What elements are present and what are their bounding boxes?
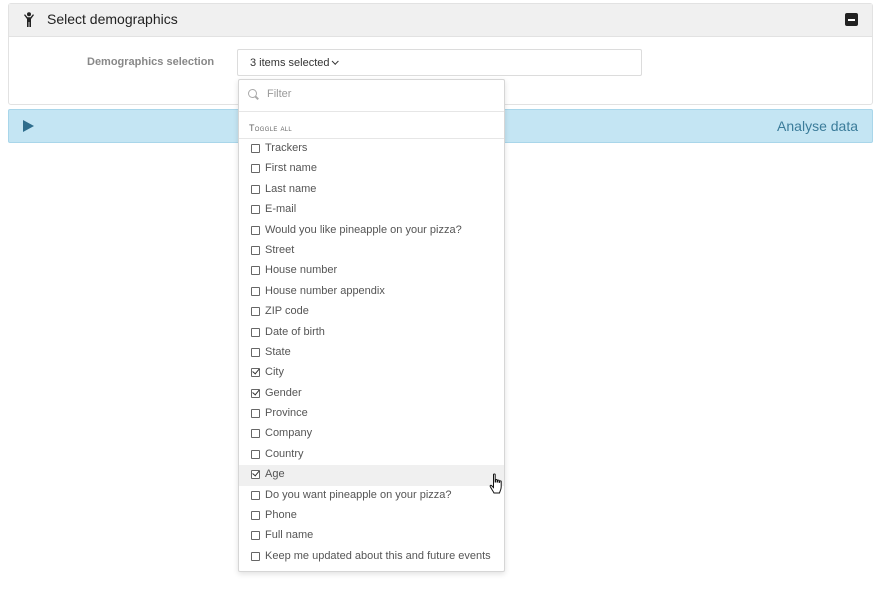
option-label: Keep me updated about this and future ev…	[265, 549, 491, 562]
option-item[interactable]: Country	[239, 445, 504, 465]
options-list: Trackers First name Last name E-mail Would y…	[239, 139, 504, 567]
option-item[interactable]: Keep me updated about this and future ev…	[239, 547, 504, 567]
checkbox[interactable]	[251, 164, 260, 174]
option-item[interactable]: ZIP code	[239, 302, 504, 322]
option-item[interactable]: Full name	[239, 526, 504, 546]
checked-checkbox[interactable]	[251, 388, 260, 398]
hand-cursor-icon	[489, 473, 505, 495]
option-label: House number	[265, 264, 338, 277]
checkbox[interactable]	[251, 144, 260, 153]
option-label: Company	[265, 427, 313, 440]
option-item[interactable]: City	[239, 363, 504, 383]
option-label: First name	[265, 162, 317, 175]
analyse-data-label: Analyse data	[777, 118, 858, 134]
option-item[interactable]: Would you like pineapple on your pizza?	[239, 221, 504, 241]
checkbox[interactable]	[251, 286, 260, 296]
option-item[interactable]: State	[239, 343, 504, 363]
checkbox[interactable]	[251, 225, 260, 235]
search-icon	[248, 89, 257, 98]
checked-checkbox[interactable]	[251, 470, 260, 480]
option-item[interactable]: Company	[239, 424, 504, 444]
option-item[interactable]: Date of birth	[239, 323, 504, 343]
option-label: E-mail	[265, 203, 297, 216]
option-item[interactable]: Last name	[239, 180, 504, 200]
checkbox[interactable]	[251, 184, 260, 194]
option-item[interactable]: Phone	[239, 506, 504, 526]
option-item[interactable]: Street	[239, 241, 504, 261]
panel-header[interactable]: Select demographics	[9, 4, 872, 37]
option-label: City	[265, 366, 284, 379]
option-item[interactable]: E-mail	[239, 200, 504, 220]
option-label: Last name	[265, 182, 317, 195]
caret-down-icon	[332, 57, 340, 65]
person-icon	[22, 12, 36, 28]
checkbox[interactable]	[251, 511, 260, 521]
option-label: Country	[265, 447, 304, 460]
minus-square-icon[interactable]	[845, 13, 858, 26]
option-label: Trackers	[265, 142, 308, 154]
select-value: 3 items selected	[250, 57, 340, 69]
checked-checkbox[interactable]	[251, 368, 260, 378]
option-item[interactable]: Province	[239, 404, 504, 424]
option-label: Would you like pineapple on your pizza?	[265, 223, 462, 236]
checkbox[interactable]	[251, 429, 260, 439]
demographics-multiselect[interactable]: 3 items selected	[237, 49, 642, 76]
checkbox[interactable]	[251, 205, 260, 215]
checkbox[interactable]	[251, 551, 260, 561]
panel-title: Select demographics	[47, 11, 178, 27]
play-icon	[23, 120, 34, 132]
option-label: ZIP code	[265, 305, 309, 318]
option-item[interactable]: Do you want pineapple on your pizza?	[239, 486, 504, 506]
option-item[interactable]: Age	[239, 465, 504, 486]
option-label: Street	[265, 243, 295, 256]
toggle-all-button[interactable]: Toggle all	[249, 123, 292, 133]
option-label: Full name	[265, 529, 314, 542]
option-label: Gender	[265, 386, 302, 399]
checkbox[interactable]	[251, 449, 260, 459]
option-label: Phone	[265, 509, 297, 522]
filter-row	[239, 80, 504, 112]
option-label: Province	[265, 407, 308, 420]
checkbox[interactable]	[251, 266, 260, 276]
checkbox[interactable]	[251, 307, 260, 317]
option-item[interactable]: House number	[239, 261, 504, 281]
option-item[interactable]: First name	[239, 159, 504, 179]
option-item[interactable]: House number appendix	[239, 282, 504, 302]
option-label: Date of birth	[265, 325, 325, 338]
checkbox[interactable]	[251, 327, 260, 337]
option-label: Age	[265, 468, 285, 481]
option-label: House number appendix	[265, 284, 385, 297]
checkbox[interactable]	[251, 409, 260, 419]
demographics-dropdown: Toggle all Trackers First name Last name E-…	[238, 79, 505, 572]
checkbox[interactable]	[251, 531, 260, 541]
demographics-selection-label: Demographics selection	[87, 56, 215, 68]
option-label: State	[265, 345, 291, 358]
option-item[interactable]: Gender	[239, 384, 504, 404]
option-item[interactable]: Trackers	[239, 139, 504, 159]
selected-count-text: 3 items selected	[250, 57, 330, 69]
filter-input[interactable]	[265, 87, 489, 101]
option-label: Do you want pineapple on your pizza?	[265, 488, 452, 501]
checkbox[interactable]	[251, 347, 260, 357]
checkbox[interactable]	[251, 245, 260, 255]
checkbox[interactable]	[251, 490, 260, 500]
